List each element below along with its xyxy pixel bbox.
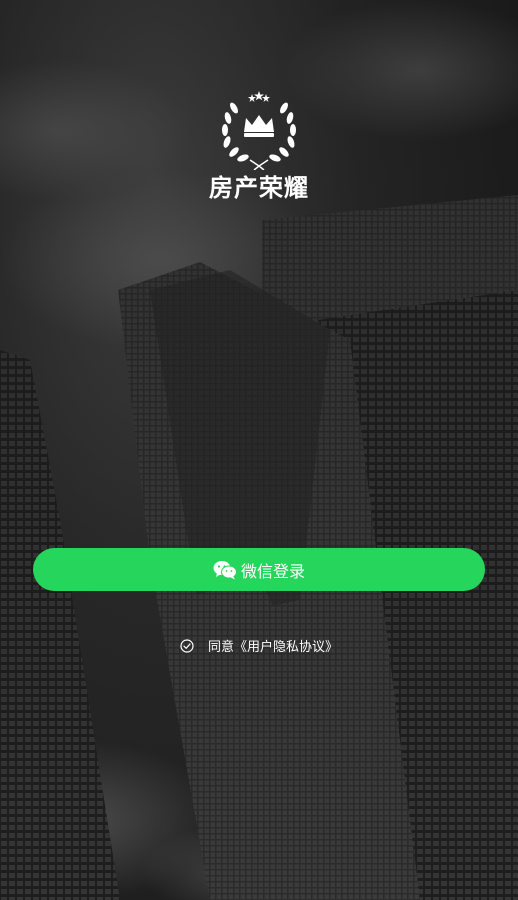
privacy-agreement[interactable]: 同意《用户隐私协议》 (0, 636, 518, 655)
wechat-login-button[interactable]: 微信登录 (33, 548, 485, 591)
agreement-text[interactable]: 同意《用户隐私协议》 (208, 636, 338, 655)
app-name: 房产荣耀 (209, 174, 309, 202)
check-circle-icon[interactable] (180, 638, 194, 653)
wechat-login-label: 微信登录 (240, 561, 305, 581)
crown-laurel-logo-icon (222, 91, 296, 170)
login-screen: 房产荣耀 微信登录 同意《用户隐私协议》 (0, 0, 518, 900)
wechat-icon (213, 560, 237, 579)
